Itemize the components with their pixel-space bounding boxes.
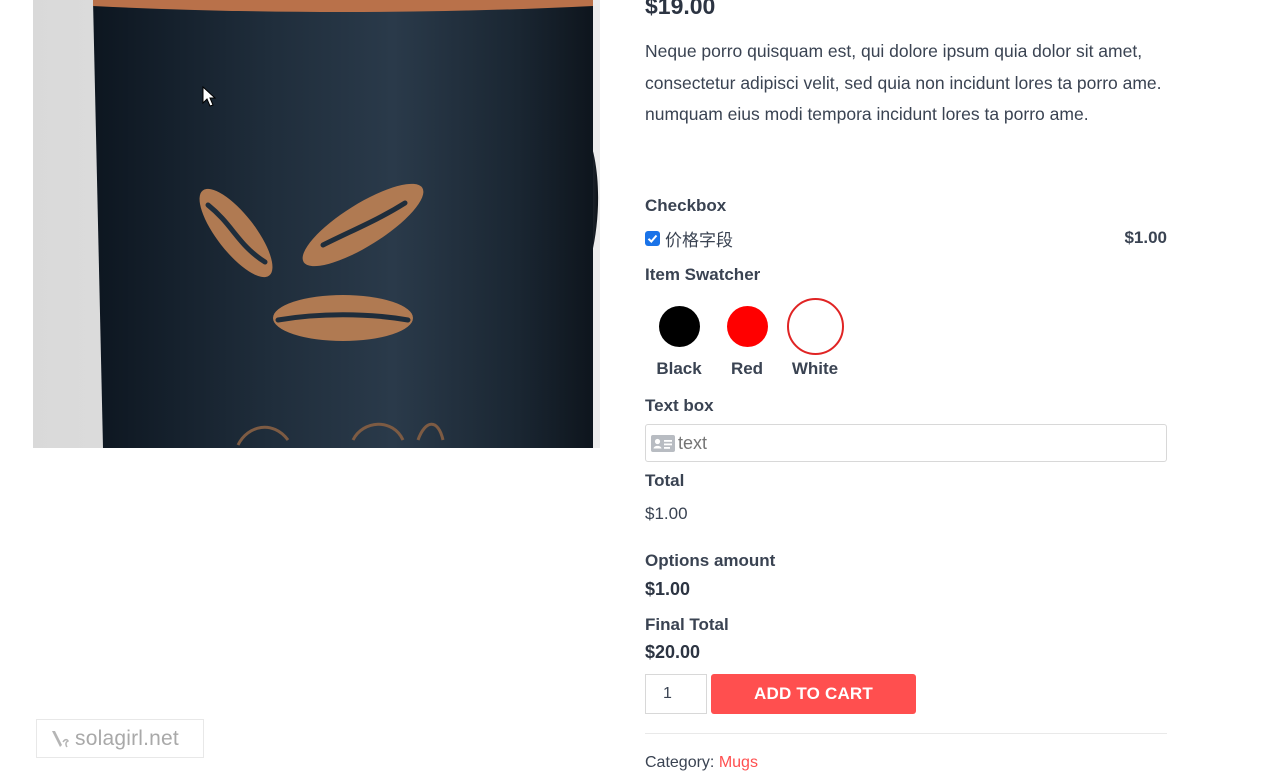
product-image[interactable] bbox=[33, 0, 600, 448]
final-total-value: $20.00 bbox=[645, 642, 701, 662]
product-price: $19.00 bbox=[645, 0, 716, 19]
swatch-red-dot[interactable] bbox=[726, 306, 768, 347]
quantity-input[interactable] bbox=[645, 674, 707, 714]
checkmark-icon bbox=[647, 234, 658, 243]
mouse-cursor-icon bbox=[202, 86, 217, 107]
swatch-white-label: White bbox=[791, 359, 839, 378]
swatch-white-dot[interactable] bbox=[786, 298, 844, 355]
swatch-red[interactable]: Red bbox=[712, 298, 782, 378]
checkbox-field-label: Checkbox bbox=[645, 196, 727, 215]
watermark-text: solagirl.net bbox=[75, 726, 179, 750]
watermark: solagirl.net bbox=[36, 719, 204, 758]
add-to-cart-button[interactable]: ADD TO CART bbox=[711, 674, 916, 714]
swatch-black-label: Black bbox=[656, 359, 702, 378]
textbox-field-label: Text box bbox=[645, 396, 714, 415]
checkbox-option-label[interactable]: 价格字段 bbox=[665, 226, 733, 251]
color-swatches: Black Red White bbox=[645, 298, 905, 388]
product-description: Neque porro quisquam est, qui dolore ips… bbox=[645, 41, 1162, 125]
options-amount-label: Options amount bbox=[645, 551, 776, 570]
pen-logo-icon bbox=[52, 730, 70, 747]
swatcher-field-label: Item Swatcher bbox=[645, 265, 761, 284]
swatch-white[interactable]: White bbox=[780, 298, 850, 378]
total-label: Total bbox=[645, 471, 685, 490]
category-link-mugs[interactable]: Mugs bbox=[719, 754, 758, 771]
swatch-black-dot[interactable] bbox=[658, 306, 700, 347]
coffee-mug-image bbox=[33, 0, 600, 448]
swatch-red-label: Red bbox=[730, 359, 764, 378]
checkbox-input[interactable] bbox=[645, 230, 660, 246]
product-category: Category: Mugs bbox=[645, 754, 758, 772]
text-field[interactable] bbox=[645, 424, 1167, 462]
checkbox-option-price: $1.00 bbox=[1124, 228, 1167, 247]
checkbox-option-row[interactable]: 价格字段 $1.00 bbox=[645, 226, 1167, 251]
total-value: $1.00 bbox=[645, 504, 688, 523]
category-label: Category: bbox=[645, 754, 719, 771]
options-amount-value: $1.00 bbox=[645, 579, 691, 599]
id-card-icon bbox=[651, 434, 675, 452]
text-input[interactable] bbox=[678, 432, 1158, 454]
divider bbox=[645, 733, 1167, 734]
swatch-black[interactable]: Black bbox=[644, 298, 714, 378]
final-total-label: Final Total bbox=[645, 615, 729, 634]
